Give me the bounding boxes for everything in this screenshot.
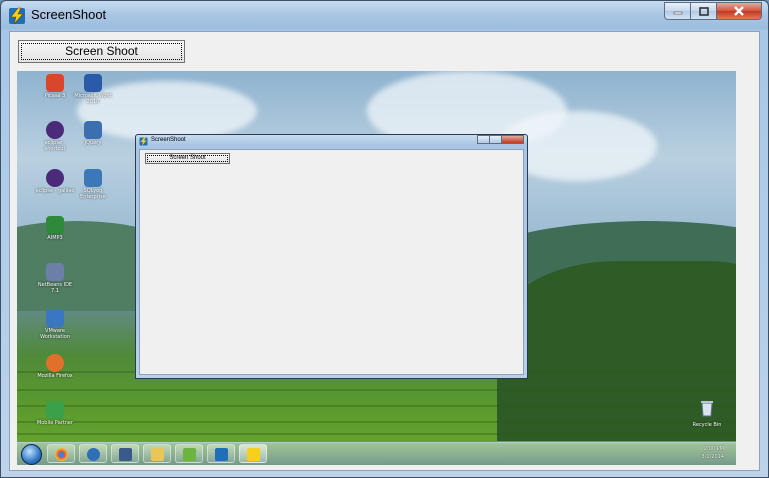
close-icon bbox=[734, 6, 744, 16]
nested-screen-shoot-button: Screen Shoot bbox=[145, 153, 230, 164]
client-area: Screen Shoot Picasa 3 Microsoft Word 201… bbox=[9, 31, 760, 471]
desktop-icon[interactable]: NetBeans IDE 7.1 bbox=[35, 263, 75, 294]
minimize-button[interactable] bbox=[664, 2, 691, 20]
lightning-app-icon bbox=[139, 137, 148, 146]
recycle-bin-icon bbox=[701, 401, 713, 417]
nested-minimize-button bbox=[477, 135, 490, 144]
desktop-icon-label: NetBeans IDE 7.1 bbox=[37, 282, 73, 294]
start-orb-icon[interactable] bbox=[21, 444, 42, 465]
desktop-icon-label: eclipse - shortcut bbox=[44, 140, 66, 152]
desktop-icon[interactable]: AIMP3 bbox=[35, 216, 75, 241]
folder-icon bbox=[151, 448, 164, 461]
lightning-app-icon bbox=[247, 448, 260, 461]
desktop-icon-label: Picasa 3 bbox=[44, 93, 66, 99]
desktop-icon-label: VMware Workstation bbox=[40, 328, 70, 340]
desktop-icon-label: Microsoft Word 2010 bbox=[74, 93, 112, 105]
lightning-app-icon bbox=[9, 7, 25, 25]
mobile-partner-icon bbox=[46, 401, 64, 419]
nested-window: ScreenShoot Screen Shoot bbox=[135, 134, 528, 379]
desktop-icon[interactable]: eclipse - galileo bbox=[35, 169, 75, 194]
taskbar-screenshoot[interactable] bbox=[239, 444, 267, 463]
focus-rect bbox=[147, 155, 228, 162]
window-title: ScreenShoot bbox=[31, 7, 107, 22]
focus-rect bbox=[21, 43, 182, 60]
vmware-icon bbox=[46, 309, 64, 327]
lightning-app-icon bbox=[215, 448, 228, 461]
terrace bbox=[17, 421, 736, 423]
jquery-icon bbox=[84, 121, 102, 139]
taskbar-explorer[interactable] bbox=[143, 444, 171, 463]
taskbar-app[interactable] bbox=[79, 444, 107, 463]
taskbar: 2:00 PM 3/1/2014 bbox=[17, 442, 736, 465]
desktop-icon[interactable]: Recycle Bin bbox=[687, 399, 727, 428]
eclipse-icon bbox=[46, 121, 64, 139]
eclipse-icon bbox=[46, 169, 64, 187]
chrome-icon bbox=[55, 448, 68, 461]
terrace bbox=[17, 405, 736, 407]
desktop-icon[interactable]: eclipse - shortcut bbox=[35, 121, 75, 152]
close-button[interactable] bbox=[717, 2, 762, 20]
picasa-icon bbox=[46, 74, 64, 92]
firefox-icon bbox=[46, 354, 64, 372]
taskbar-app[interactable] bbox=[175, 444, 203, 463]
terrace bbox=[17, 389, 736, 391]
nested-maximize-button bbox=[490, 135, 502, 144]
word-icon bbox=[84, 74, 102, 92]
desktop-icon-label: Mobile Partner bbox=[36, 420, 74, 426]
desktop-icon-label: Mozilla Firefox bbox=[37, 373, 73, 379]
desktop-icon-label: jQuery bbox=[84, 140, 102, 146]
maximize-icon bbox=[698, 6, 709, 16]
app-window: ScreenShoot Screen Shoot Picasa 3 Micros… bbox=[0, 0, 769, 478]
desktop-icon[interactable]: Mozilla Firefox bbox=[35, 354, 75, 379]
desktop-icon-label: SQLyog Enterprise bbox=[80, 188, 106, 200]
blue-app-icon bbox=[87, 448, 100, 461]
maximize-button[interactable] bbox=[691, 2, 717, 20]
desktop-icon[interactable]: jQuery bbox=[73, 121, 113, 146]
taskbar-app[interactable] bbox=[111, 444, 139, 463]
netbeans-icon bbox=[46, 263, 64, 281]
desktop-icon[interactable]: SQLyog Enterprise bbox=[73, 169, 113, 200]
terrace bbox=[17, 433, 736, 435]
minimize-icon bbox=[673, 11, 682, 15]
title-bar[interactable]: ScreenShoot bbox=[1, 1, 768, 31]
sqlyog-icon bbox=[84, 169, 102, 187]
clock-time: 2:00 PM bbox=[703, 446, 724, 452]
desktop-icon[interactable]: Microsoft Word 2010 bbox=[73, 74, 113, 105]
desktop-icon[interactable]: VMware Workstation bbox=[35, 309, 75, 340]
caption-buttons bbox=[664, 2, 762, 21]
desktop-icon-label: AIMP3 bbox=[47, 235, 63, 241]
screen-shoot-button[interactable]: Screen Shoot bbox=[18, 40, 185, 63]
desktop-icon-label: eclipse - galileo bbox=[35, 188, 75, 194]
green-app-icon bbox=[183, 448, 196, 461]
network-icon bbox=[119, 448, 132, 461]
captured-screenshot: Picasa 3 Microsoft Word 2010 eclipse - s… bbox=[17, 71, 736, 465]
desktop-icon-label: Recycle Bin bbox=[692, 422, 722, 428]
taskbar-chrome[interactable] bbox=[47, 444, 75, 463]
desktop-icon[interactable]: Mobile Partner bbox=[35, 401, 75, 426]
desktop-icon[interactable]: Picasa 3 bbox=[35, 74, 75, 99]
taskbar-app[interactable] bbox=[207, 444, 235, 463]
aimp-icon bbox=[46, 216, 64, 234]
nested-client-area: Screen Shoot bbox=[139, 149, 524, 375]
nested-close-button bbox=[502, 135, 524, 144]
clock-date: 3/1/2014 bbox=[701, 454, 724, 460]
nested-window-title: ScreenShoot bbox=[151, 137, 186, 143]
nested-caption-buttons bbox=[477, 135, 524, 144]
